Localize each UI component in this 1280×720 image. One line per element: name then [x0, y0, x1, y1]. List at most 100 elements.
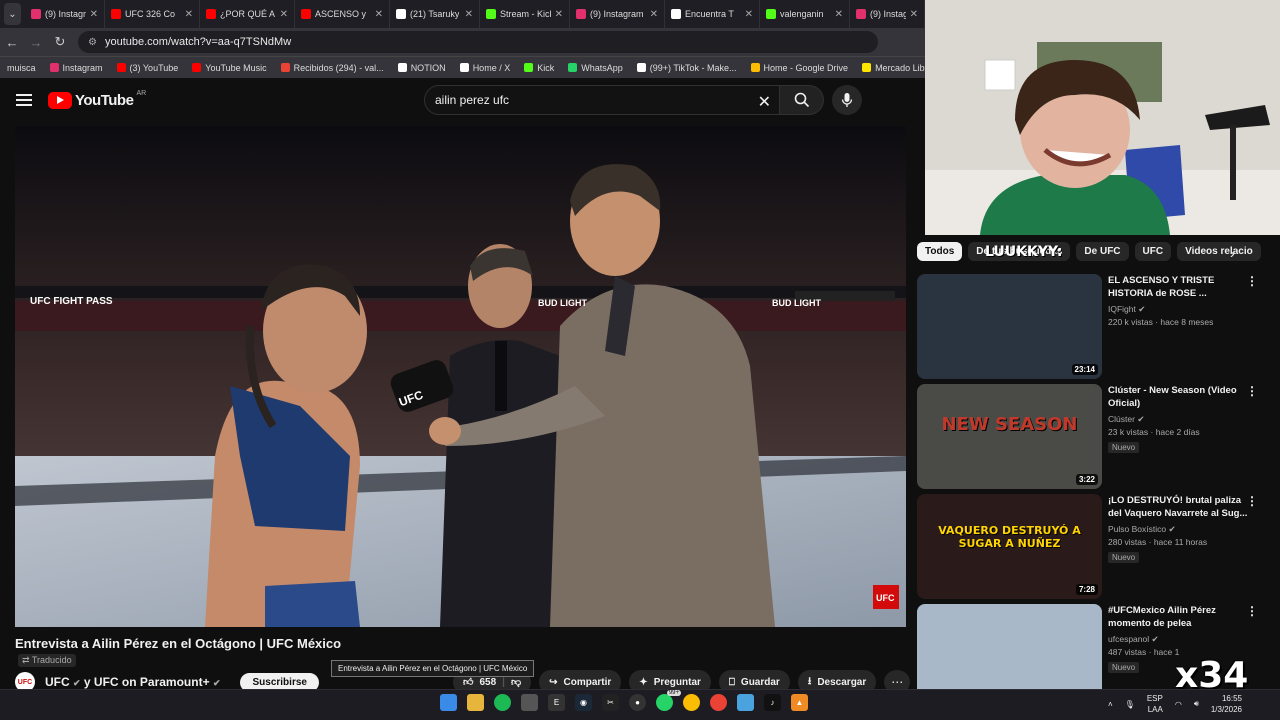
video-title[interactable]: ¡LO DESTRUYÓ! brutal paliza del Vaquero … — [1108, 494, 1248, 520]
search-input[interactable]: ailin perez ufc ✕ — [424, 85, 780, 115]
close-tab-icon[interactable]: ✕ — [745, 9, 753, 20]
bookmark-favicon-icon — [568, 63, 578, 72]
more-options-icon[interactable]: ⋮ — [1246, 604, 1258, 618]
bookmark-item[interactable]: Home - Google Drive — [744, 63, 856, 73]
microphone-tray-icon[interactable]: 🎙︎ — [1125, 700, 1135, 709]
browser-tab[interactable]: ¿POR QUÉ A ✕ — [200, 0, 295, 28]
browser-tab[interactable]: (9) Instagram ✕ — [25, 0, 105, 28]
video-title[interactable]: Clúster - New Season (Video Oficial) — [1108, 384, 1248, 410]
channel-name[interactable]: IQFight ✔ — [1108, 304, 1248, 315]
filter-chip[interactable]: De UFC — [1076, 241, 1129, 261]
browser-tab[interactable]: (9) Instagram ✕ — [850, 0, 925, 28]
browser-tab[interactable]: ASCENSO y ✕ — [295, 0, 390, 28]
translated-badge: ⇄ Traducido — [18, 654, 76, 667]
chrome-profile-icon[interactable] — [710, 694, 727, 711]
epic-games-icon[interactable]: E — [548, 694, 565, 711]
vlc-icon[interactable]: ▲ — [791, 694, 808, 711]
notepad-icon[interactable] — [737, 694, 754, 711]
more-options-icon[interactable]: ⋮ — [1246, 494, 1258, 508]
tiktok-icon[interactable]: ♪ — [764, 694, 781, 711]
whatsapp-icon[interactable]: 99+ — [656, 690, 681, 711]
search-button[interactable] — [780, 85, 824, 115]
file-explorer-icon[interactable] — [467, 694, 484, 711]
volume-icon[interactable]: 🔊︎ — [1194, 699, 1199, 709]
verified-icon: ✔ — [1151, 634, 1159, 644]
video-thumbnail[interactable]: VAQUERO DESTRUYÓ A SUGAR A NUÑEZ 7:28 — [917, 494, 1102, 599]
clock[interactable]: 16:55 1/3/2026 — [1211, 693, 1242, 715]
close-tab-icon[interactable]: ✕ — [910, 9, 918, 20]
bookmark-label: (3) YouTube — [129, 62, 179, 73]
close-tab-icon[interactable]: ✕ — [555, 9, 563, 20]
channel-name[interactable]: Pulso Boxístico ✔ — [1108, 524, 1248, 535]
tab-title: (21) Tsaruky — [410, 9, 460, 19]
chevron-right-icon[interactable]: › — [1230, 245, 1235, 261]
channel-name[interactable]: Clúster ✔ — [1108, 414, 1248, 425]
tray-chevron-icon[interactable]: ˄ — [1108, 700, 1113, 709]
bookmark-item[interactable]: (99+) TikTok - Make... — [630, 63, 744, 73]
voice-search-button[interactable] — [832, 85, 862, 115]
bookmark-item[interactable]: Kick — [517, 63, 561, 73]
url-field[interactable]: ⚙ youtube.com/watch?v=aa-q7TSNdMw — [78, 31, 878, 53]
obs-icon[interactable]: ● — [629, 694, 646, 711]
bookmark-item[interactable]: Recibidos (294) - val... — [274, 63, 391, 73]
bookmark-item[interactable]: (3) YouTube — [110, 63, 186, 73]
language-indicator[interactable]: ESP LAA — [1147, 693, 1163, 715]
spotify-icon[interactable] — [494, 694, 511, 711]
video-thumbnail[interactable]: NEW SEASON 3:22 — [917, 384, 1102, 489]
close-tab-icon[interactable]: ✕ — [650, 9, 658, 20]
browser-tab[interactable]: UFC 326 Co ✕ — [105, 0, 200, 28]
windows-start-icon[interactable] — [440, 694, 457, 711]
chrome-icon[interactable] — [683, 694, 700, 711]
video-player[interactable]: UFC UFC FIGHT PASS BUD LIGHT BUD LIGHT U… — [15, 126, 906, 627]
filter-chip[interactable]: Videos relacio — [1177, 241, 1261, 261]
filter-chip[interactable]: Todos — [917, 241, 963, 261]
youtube-logo[interactable]: YouTube AR — [48, 90, 146, 109]
bookmark-favicon-icon — [192, 63, 202, 72]
recommended-video[interactable]: NEW SEASON 3:22 Clúster - New Season (Vide… — [917, 384, 1270, 489]
back-arrow-icon[interactable]: ← — [0, 35, 24, 50]
capcut-icon[interactable]: ✂ — [602, 694, 619, 711]
close-tab-icon[interactable]: ✕ — [835, 9, 843, 20]
video-thumbnail[interactable]: 23:14 — [917, 274, 1102, 379]
bookmark-item[interactable]: WhatsApp — [561, 63, 630, 73]
thumbs-down-icon[interactable]: 👎︎ — [511, 676, 521, 688]
bookmark-item[interactable]: Home / X — [453, 63, 518, 73]
wifi-icon[interactable]: ◠ — [1175, 700, 1182, 709]
menu-icon[interactable] — [16, 94, 32, 106]
close-tab-icon[interactable]: ✕ — [375, 9, 383, 20]
steam-icon[interactable]: ◉ — [575, 694, 592, 711]
filter-chip[interactable]: UFC — [1134, 241, 1172, 261]
browser-tab-bar: ⌄ (9) Instagram✕UFC 326 Co✕¿POR QUÉ A✕AS… — [0, 0, 925, 28]
forward-arrow-icon[interactable]: → — [24, 35, 48, 50]
close-tab-icon[interactable]: ✕ — [280, 9, 288, 20]
browser-tab[interactable]: (9) Instagram ✕ — [570, 0, 665, 28]
close-tab-icon[interactable]: ✕ — [465, 9, 473, 20]
tab-list-chevron-icon[interactable]: ⌄ — [4, 3, 21, 25]
bookmark-item[interactable]: Mercado Libre Arge... — [855, 63, 925, 73]
recommended-video[interactable]: 23:14 EL ASCENSO Y TRISTE HISTORIA de ROS… — [917, 274, 1270, 379]
close-tab-icon[interactable]: ✕ — [90, 9, 98, 20]
store-icon[interactable] — [521, 694, 538, 711]
browser-tab[interactable]: valenganin ✕ — [760, 0, 850, 28]
browser-tab[interactable]: Encuentra T ✕ — [665, 0, 760, 28]
reload-icon[interactable]: ↻ — [48, 34, 72, 50]
bookmark-item[interactable]: muisca — [0, 63, 43, 73]
more-options-icon[interactable]: ⋮ — [1246, 384, 1258, 398]
more-options-icon[interactable]: ⋮ — [1246, 274, 1258, 288]
verified-icon: ✔ — [212, 678, 221, 688]
browser-tab[interactable]: Stream - Kick ✕ — [480, 0, 570, 28]
site-settings-icon[interactable]: ⚙ — [88, 37, 97, 48]
bookmark-favicon-icon — [459, 63, 469, 72]
browser-tab[interactable]: (21) Tsaruky ✕ — [390, 0, 480, 28]
channel-name[interactable]: ufcespanol ✔ — [1108, 634, 1248, 645]
video-title[interactable]: EL ASCENSO Y TRISTE HISTORIA de ROSE ... — [1108, 274, 1248, 300]
channel-name-block[interactable]: UFC ✔ y UFC on Paramount+ ✔ — [45, 675, 220, 689]
recommended-video[interactable]: VAQUERO DESTRUYÓ A SUGAR A NUÑEZ 7:28 ¡LO … — [917, 494, 1270, 599]
clear-search-icon[interactable]: ✕ — [758, 92, 771, 112]
video-title[interactable]: #UFCMexico Ailin Pérez momento de pelea — [1108, 604, 1248, 630]
bookmark-item[interactable]: NOTION — [391, 63, 453, 73]
bookmark-item[interactable]: Instagram — [43, 63, 110, 73]
bookmark-item[interactable]: YouTube Music — [185, 63, 273, 73]
close-tab-icon[interactable]: ✕ — [185, 9, 193, 20]
bookmark-label: Mercado Libre Arge... — [875, 62, 925, 73]
